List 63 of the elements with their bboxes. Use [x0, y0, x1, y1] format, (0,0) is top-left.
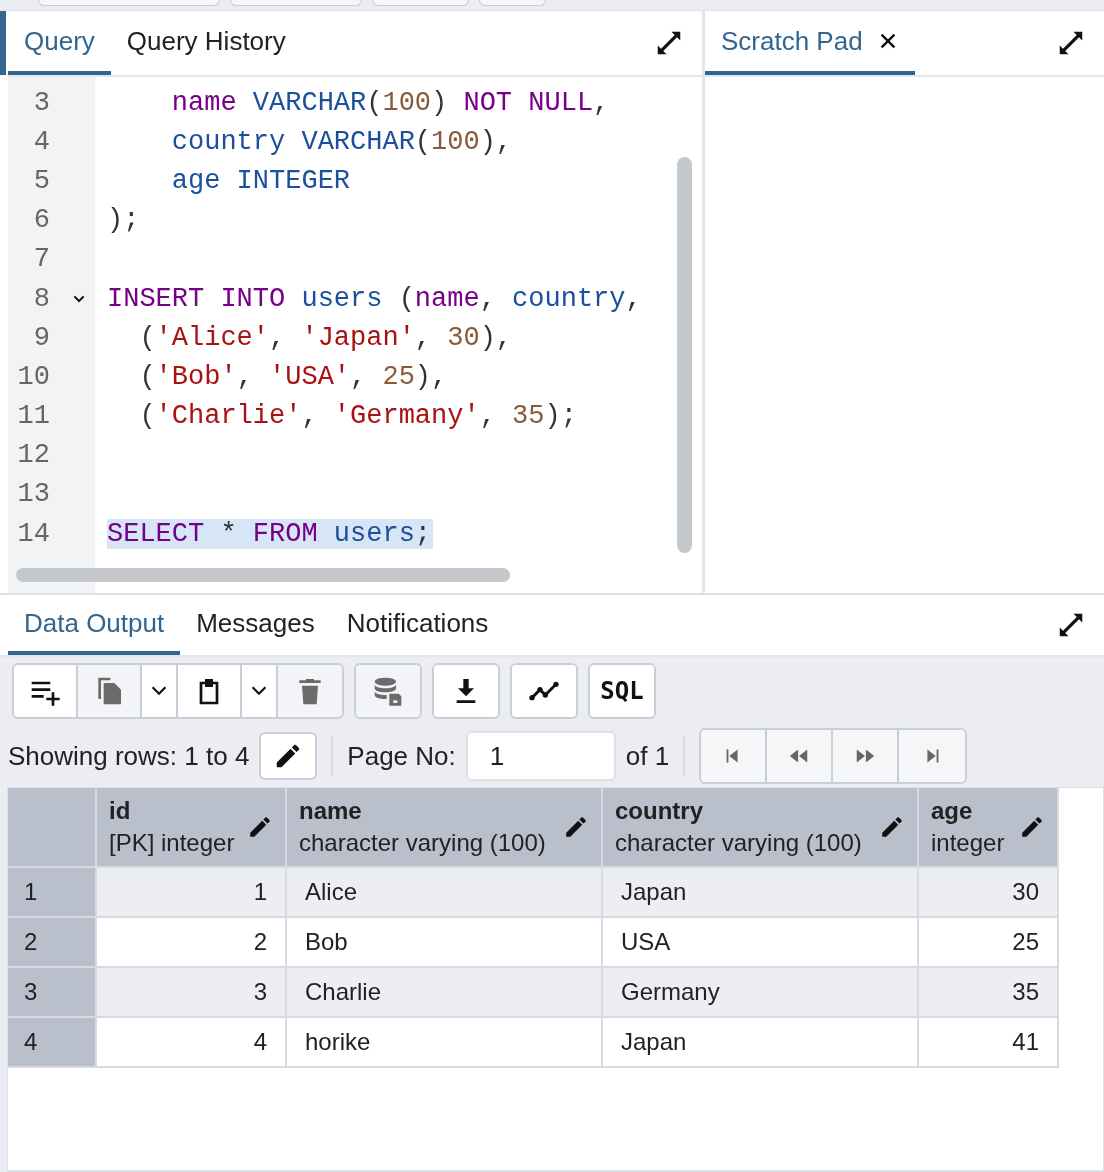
line-number: 8	[32, 283, 50, 314]
code-line: age INTEGER	[170, 165, 352, 196]
line-number: 7	[32, 244, 50, 275]
paste-button[interactable]	[178, 665, 242, 717]
line-number: 14	[16, 518, 50, 549]
column-header[interactable]: id [PK] integer	[96, 788, 286, 867]
table-cell: Alice	[286, 867, 602, 917]
add-row-button[interactable]	[14, 665, 78, 717]
row-number[interactable]: 1	[8, 867, 96, 917]
table-cell: Japan	[602, 867, 918, 917]
code-line: INSERT INTO users (name, country,	[107, 283, 643, 314]
vertical-scrollbar[interactable]	[676, 157, 692, 553]
code-line: );	[107, 205, 141, 236]
horizontal-scrollbar[interactable]	[16, 568, 510, 582]
table-cell: 35	[918, 967, 1058, 1017]
table-cell: 41	[918, 1017, 1058, 1067]
line-number: 9	[32, 322, 50, 353]
table-cell: horike	[286, 1017, 602, 1067]
line-number: 10	[16, 361, 50, 392]
panel-edge-marker	[0, 11, 6, 75]
page-field[interactable]: 1	[465, 731, 616, 781]
dropdown-button[interactable]	[242, 665, 278, 717]
line-number: 12	[16, 440, 50, 471]
line-number: 11	[16, 401, 50, 432]
table-cell: 4	[96, 1017, 286, 1067]
page-total: of 1	[625, 740, 670, 772]
code-line: name VARCHAR(100) NOT NULL,	[170, 87, 611, 118]
line-number: 4	[32, 126, 50, 157]
code-line: ('Bob', 'USA', 25),	[138, 361, 449, 392]
row-number[interactable]: 3	[8, 967, 96, 1017]
code-line: ('Charlie', 'Germany', 35);	[138, 401, 578, 432]
table-cell: Charlie	[286, 967, 602, 1017]
pencil-icon[interactable]	[247, 814, 273, 840]
edit-rows-button[interactable]	[259, 732, 318, 780]
line-number: 5	[32, 165, 50, 196]
row-number[interactable]: 2	[8, 917, 96, 967]
column-header[interactable]: age integer	[918, 788, 1058, 867]
pencil-icon[interactable]	[1019, 814, 1045, 840]
scratch-pad-tab[interactable]: Scratch Pad	[705, 11, 915, 75]
code-line: country VARCHAR(100),	[170, 126, 514, 157]
rows-info: Showing rows: 1 to 4	[8, 740, 250, 772]
editor-tab[interactable]: Query History	[110, 11, 302, 75]
database-save-icon	[372, 675, 404, 707]
line-number: 13	[16, 479, 50, 510]
dropdown-button[interactable]	[142, 665, 178, 717]
line-number: 3	[32, 87, 50, 118]
table-cell: 30	[918, 867, 1058, 917]
row-number[interactable]: 4	[8, 1017, 96, 1067]
output-tab[interactable]: Messages	[180, 595, 331, 655]
line-number: 6	[32, 205, 50, 236]
output-tab[interactable]: Data Output	[8, 595, 181, 655]
code-line: ('Alice', 'Japan', 30),	[138, 322, 514, 353]
table-cell: 3	[96, 967, 286, 1017]
pencil-icon[interactable]	[563, 814, 589, 840]
column-header[interactable]: country character varying (100)	[602, 788, 918, 867]
sql-button[interactable]: SQL	[590, 665, 654, 717]
table-cell: Japan	[602, 1017, 918, 1067]
pencil-icon[interactable]	[879, 814, 905, 840]
table-cell: Germany	[602, 967, 918, 1017]
table-cell: 1	[96, 867, 286, 917]
page-label: Page No:	[347, 740, 456, 772]
output-tab[interactable]: Notifications	[330, 595, 505, 655]
column-header[interactable]: name character varying (100)	[286, 788, 602, 867]
